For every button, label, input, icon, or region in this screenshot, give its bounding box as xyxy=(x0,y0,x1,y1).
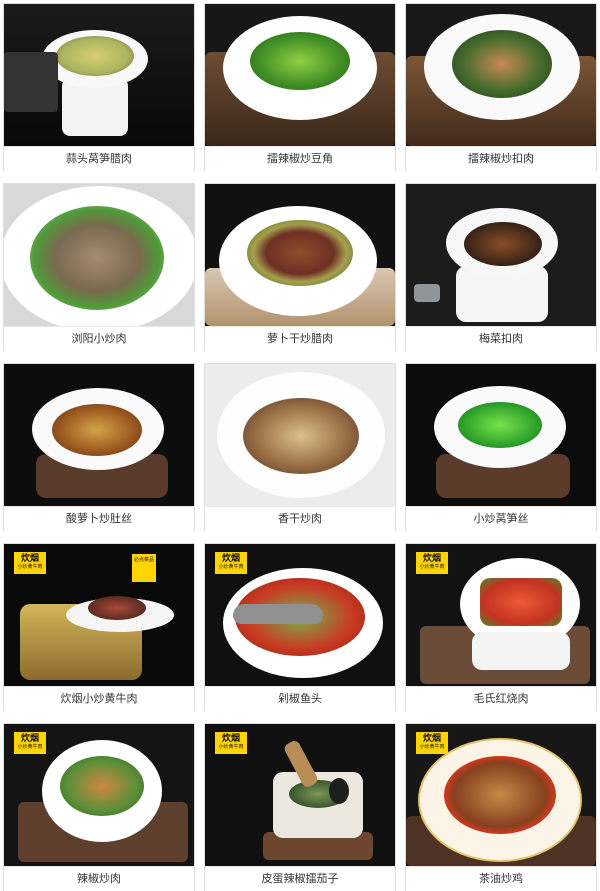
dish-name: 香干炒肉 xyxy=(205,506,395,531)
dish-name: 剁椒鱼头 xyxy=(205,686,395,711)
dish-card[interactable]: 小炒莴笋丝 xyxy=(405,363,597,531)
dish-card[interactable]: 浏阳小炒肉 xyxy=(3,183,195,351)
dish-photo[interactable] xyxy=(4,4,194,146)
dish-card[interactable]: 炊烟 小炒黄牛肉 辣椒炒肉 xyxy=(3,723,195,891)
brand-badge: 炊烟 小炒黄牛肉 xyxy=(14,732,46,754)
dish-card[interactable]: 擂辣椒炒豆角 xyxy=(204,3,396,171)
dish-photo[interactable] xyxy=(205,364,395,506)
dish-grid: 蒜头莴笋腊肉 擂辣椒炒豆角 擂辣椒炒扣肉 浏阳小炒肉 萝卜干炒腊肉 梅菜扣肉 酸… xyxy=(0,0,600,891)
brand-badge: 炊烟 小炒黄牛肉 xyxy=(416,552,448,574)
dish-name: 皮蛋辣椒擂茄子 xyxy=(205,866,395,891)
brand-badge: 炊烟 小炒黄牛肉 xyxy=(416,732,448,754)
dish-name: 酸萝卜炒肚丝 xyxy=(4,506,194,531)
dish-photo[interactable] xyxy=(406,4,596,146)
brand-badge: 炊烟 小炒黄牛肉 xyxy=(215,552,247,574)
menu-sticker: 必点菜品 xyxy=(132,554,156,582)
dish-card[interactable]: 炊烟 小炒黄牛肉 皮蛋辣椒擂茄子 xyxy=(204,723,396,891)
dish-name: 梅菜扣肉 xyxy=(406,326,596,351)
dish-photo[interactable] xyxy=(205,184,395,326)
dish-card[interactable]: 擂辣椒炒扣肉 xyxy=(405,3,597,171)
dish-photo[interactable] xyxy=(205,4,395,146)
dish-name: 毛氏红烧肉 xyxy=(406,686,596,711)
dish-name: 小炒莴笋丝 xyxy=(406,506,596,531)
dish-card[interactable]: 香干炒肉 xyxy=(204,363,396,531)
dish-photo[interactable] xyxy=(406,364,596,506)
dish-card[interactable]: 炊烟 小炒黄牛肉 毛氏红烧肉 xyxy=(405,543,597,711)
dish-card[interactable]: 梅菜扣肉 xyxy=(405,183,597,351)
dish-photo[interactable] xyxy=(4,184,194,326)
dish-name: 擂辣椒炒扣肉 xyxy=(406,146,596,171)
dish-card[interactable]: 炊烟 小炒黄牛肉 茶油炒鸡 xyxy=(405,723,597,891)
dish-name: 擂辣椒炒豆角 xyxy=(205,146,395,171)
dish-photo[interactable] xyxy=(4,364,194,506)
dish-photo[interactable] xyxy=(406,184,596,326)
dish-card[interactable]: 必点菜品 炊烟 小炒黄牛肉 炊烟小炒黄牛肉 xyxy=(3,543,195,711)
dish-card[interactable]: 萝卜干炒腊肉 xyxy=(204,183,396,351)
dish-name: 浏阳小炒肉 xyxy=(4,326,194,351)
dish-name: 辣椒炒肉 xyxy=(4,866,194,891)
brand-badge: 炊烟 小炒黄牛肉 xyxy=(215,732,247,754)
dish-card[interactable]: 酸萝卜炒肚丝 xyxy=(3,363,195,531)
dish-name: 茶油炒鸡 xyxy=(406,866,596,891)
brand-badge: 炊烟 小炒黄牛肉 xyxy=(14,552,46,574)
dish-name: 炊烟小炒黄牛肉 xyxy=(4,686,194,711)
dish-card[interactable]: 蒜头莴笋腊肉 xyxy=(3,3,195,171)
dish-card[interactable]: 炊烟 小炒黄牛肉 剁椒鱼头 xyxy=(204,543,396,711)
dish-name: 蒜头莴笋腊肉 xyxy=(4,146,194,171)
dish-name: 萝卜干炒腊肉 xyxy=(205,326,395,351)
